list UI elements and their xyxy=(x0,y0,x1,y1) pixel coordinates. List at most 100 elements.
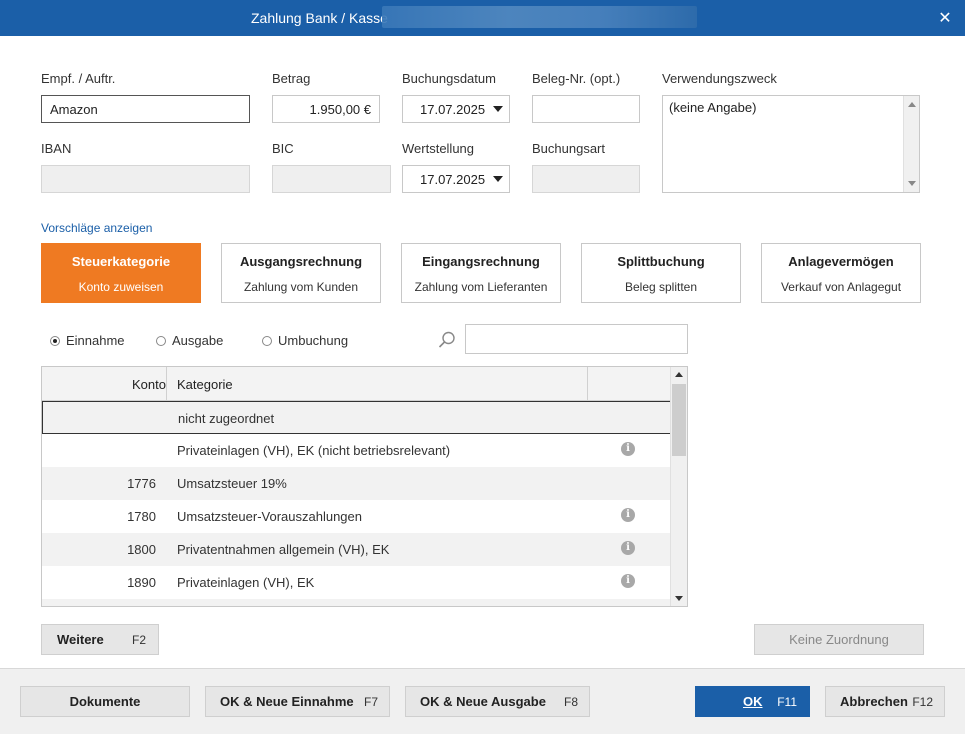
card-title: Eingangsrechnung xyxy=(422,254,540,269)
scroll-up-icon[interactable] xyxy=(675,372,683,377)
title-bar: Zahlung Bank / Kasse ✕ xyxy=(0,0,965,36)
info-icon[interactable]: i xyxy=(621,508,635,522)
textarea-scrollbar[interactable] xyxy=(903,96,919,192)
weitere-label: Weitere xyxy=(57,632,104,647)
card-eingangsrechnung[interactable]: Eingangsrechnung Zahlung vom Lieferanten xyxy=(401,243,561,303)
verwendungszweck-label: Verwendungszweck xyxy=(662,71,777,86)
ok-neue-ausgabe-shortcut: F8 xyxy=(563,694,578,709)
keine-zuordnung-button: Keine Zuordnung xyxy=(754,624,924,655)
table-row[interactable]: 1780 Umsatzsteuer-Vorauszahlungen i xyxy=(42,500,671,533)
row-kategorie: Privatentnahmen allgemein (VH), EK xyxy=(177,542,390,557)
weitere-button[interactable]: Weitere F2 xyxy=(41,624,159,655)
radio-label: Ausgabe xyxy=(172,333,224,348)
radio-indicator[interactable] xyxy=(50,335,60,346)
ok-neue-einnahme-label: OK & Neue Einnahme xyxy=(220,694,354,709)
wertstellung-select[interactable]: 17.07.2025 xyxy=(402,165,510,193)
beleg-label: Beleg-Nr. (opt.) xyxy=(532,71,621,86)
search-icon xyxy=(438,331,455,348)
scroll-up-icon[interactable] xyxy=(908,102,916,107)
radio-einnahme[interactable]: Einnahme xyxy=(50,333,125,348)
card-subtitle: Zahlung vom Kunden xyxy=(243,280,359,294)
buchungsdatum-label: Buchungsdatum xyxy=(402,71,496,86)
window-title: Zahlung Bank / Kasse xyxy=(251,10,388,26)
close-icon[interactable]: ✕ xyxy=(925,0,965,36)
buchungsdatum-select[interactable]: 17.07.2025 xyxy=(402,95,510,123)
row-kategorie: Privateinlagen (VH), EK xyxy=(177,575,315,590)
table-header: Konto Kategorie xyxy=(42,367,671,401)
scrollbar-thumb[interactable] xyxy=(672,384,686,456)
card-subtitle: Verkauf von Anlagegut xyxy=(780,280,902,294)
buchungsart-label: Buchungsart xyxy=(532,141,605,156)
card-title: Splittbuchung xyxy=(617,254,705,269)
vorschlaege-link[interactable]: Vorschläge anzeigen xyxy=(41,221,152,235)
buchungsart-input xyxy=(532,165,640,193)
table-scrollbar[interactable] xyxy=(670,367,687,606)
row-konto: 1780 xyxy=(127,509,156,524)
empf-input[interactable]: Amazon xyxy=(41,95,250,123)
bic-label: BIC xyxy=(272,141,294,156)
card-subtitle: Konto zuweisen xyxy=(78,280,164,294)
dokumente-button[interactable]: Dokumente xyxy=(20,686,190,717)
info-icon[interactable]: i xyxy=(621,442,635,456)
betrag-label: Betrag xyxy=(272,71,311,86)
table-row[interactable]: 1890 Privateinlagen (VH), EK i xyxy=(42,566,671,599)
row-konto: 1890 xyxy=(127,575,156,590)
column-divider xyxy=(166,367,167,401)
radio-indicator[interactable] xyxy=(262,335,272,346)
table-row[interactable]: nicht zugeordnet xyxy=(42,401,671,434)
abbrechen-label: Abbrechen xyxy=(840,694,908,709)
card-subtitle: Zahlung vom Lieferanten xyxy=(414,280,548,294)
beleg-input[interactable] xyxy=(532,95,640,123)
ok-button[interactable]: OK F11 xyxy=(695,686,810,717)
redacted-title-region xyxy=(382,6,697,28)
ok-neue-einnahme-shortcut: F7 xyxy=(363,694,378,709)
scroll-down-icon[interactable] xyxy=(908,181,916,186)
info-icon[interactable]: i xyxy=(621,574,635,588)
abbrechen-shortcut: F12 xyxy=(912,694,933,709)
betrag-input[interactable]: 1.950,00 € xyxy=(272,95,380,123)
ok-neue-ausgabe-label: OK & Neue Ausgabe xyxy=(420,694,546,709)
radio-label: Umbuchung xyxy=(278,333,349,348)
ok-shortcut: F11 xyxy=(777,694,797,709)
dokumente-label: Dokumente xyxy=(69,694,141,709)
radio-label: Einnahme xyxy=(66,333,125,348)
info-icon[interactable]: i xyxy=(621,541,635,555)
verwendungszweck-value: (keine Angabe) xyxy=(669,100,757,115)
table-row[interactable]: Privateinlagen (VH), EK (nicht betriebsr… xyxy=(42,434,671,467)
column-header-konto[interactable]: Konto xyxy=(42,377,166,392)
card-title: Steuerkategorie xyxy=(71,254,171,269)
radio-indicator[interactable] xyxy=(156,335,166,346)
row-kategorie: Umsatzsteuer-Vorauszahlungen xyxy=(177,509,362,524)
iban-input xyxy=(41,165,250,193)
card-ausgangsrechnung[interactable]: Ausgangsrechnung Zahlung vom Kunden xyxy=(221,243,381,303)
iban-label: IBAN xyxy=(41,141,72,156)
column-header-kategorie[interactable]: Kategorie xyxy=(177,377,233,392)
ok-label: OK xyxy=(743,694,763,709)
table-row-partial[interactable] xyxy=(42,599,671,606)
row-konto: 1776 xyxy=(127,476,156,491)
table-row[interactable]: 1776 Umsatzsteuer 19% xyxy=(42,467,671,500)
row-kategorie: Privateinlagen (VH), EK (nicht betriebsr… xyxy=(177,443,451,458)
card-splittbuchung[interactable]: Splittbuchung Beleg splitten xyxy=(581,243,741,303)
row-kategorie: nicht zugeordnet xyxy=(178,411,275,426)
ok-label-text: OK xyxy=(743,694,763,709)
bic-input xyxy=(272,165,391,193)
row-konto: 1800 xyxy=(127,542,156,557)
table-row[interactable]: 1800 Privatentnahmen allgemein (VH), EK … xyxy=(42,533,671,566)
search-input[interactable] xyxy=(465,324,688,354)
card-steuerkategorie[interactable]: Steuerkategorie Konto zuweisen xyxy=(41,243,201,303)
card-anlagevermoegen[interactable]: Anlagevermögen Verkauf von Anlagegut xyxy=(761,243,921,303)
ok-neue-ausgabe-button[interactable]: OK & Neue Ausgabe F8 xyxy=(405,686,590,717)
card-subtitle: Beleg splitten xyxy=(624,280,698,294)
verwendungszweck-textarea[interactable]: (keine Angabe) xyxy=(662,95,920,193)
ok-neue-einnahme-button[interactable]: OK & Neue Einnahme F7 xyxy=(205,686,390,717)
radio-ausgabe[interactable]: Ausgabe xyxy=(156,333,223,348)
abbrechen-button[interactable]: Abbrechen F12 xyxy=(825,686,945,717)
column-divider xyxy=(587,367,588,401)
row-kategorie: Umsatzsteuer 19% xyxy=(177,476,287,491)
weitere-shortcut: F2 xyxy=(131,632,146,647)
buchungsdatum-value: 17.07.2025 xyxy=(420,101,486,117)
scroll-down-icon[interactable] xyxy=(675,596,683,601)
chevron-down-icon xyxy=(493,106,503,112)
radio-umbuchung[interactable]: Umbuchung xyxy=(262,333,348,348)
